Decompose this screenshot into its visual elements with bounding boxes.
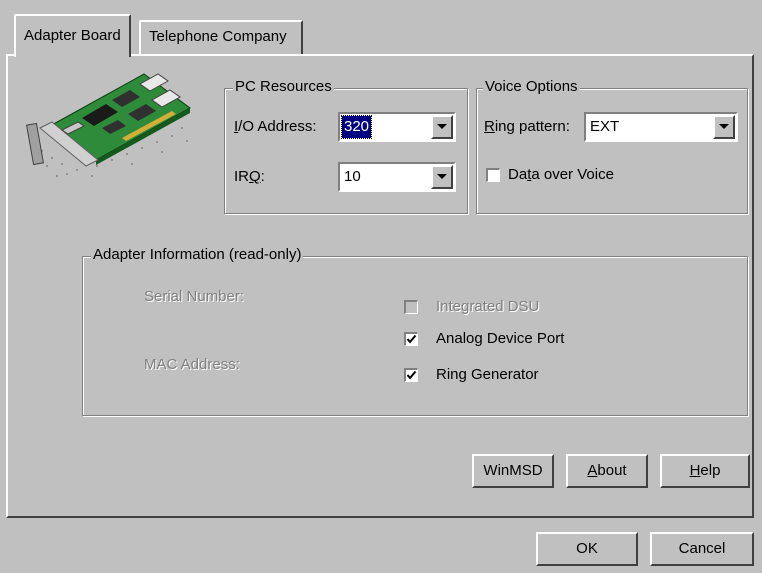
- data-over-voice-label[interactable]: Data over Voice: [508, 166, 614, 183]
- io-address-value: 320: [340, 115, 373, 139]
- io-address-dropdown-button[interactable]: [431, 115, 453, 139]
- ring-generator-label: Ring Generator: [436, 366, 539, 383]
- winmsd-button[interactable]: WinMSD: [472, 454, 554, 488]
- irq-label: IRQ:: [234, 168, 265, 185]
- tab-panel: PC Resources I/O Address: 320 IRQ: 10 Vo…: [6, 54, 754, 518]
- adapter-info-legend: Adapter Information (read-only): [91, 246, 304, 263]
- tab-telephone-company-label: Telephone Company: [149, 28, 287, 45]
- voice-options-group: Voice Options: [476, 78, 748, 214]
- ring-generator-checkbox: [404, 368, 418, 382]
- ring-pattern-value: EXT: [590, 118, 620, 135]
- mac-address-label: MAC Address:: [144, 356, 240, 373]
- checkmark-icon: [406, 370, 417, 380]
- dropdown-arrow-icon: [437, 124, 447, 129]
- voice-options-legend: Voice Options: [483, 78, 580, 95]
- irq-combo[interactable]: 10: [338, 162, 456, 192]
- ring-pattern-label: Ring pattern:: [484, 118, 570, 135]
- dropdown-arrow-icon: [719, 124, 729, 129]
- about-button[interactable]: About: [566, 454, 648, 488]
- checkmark-icon: [406, 334, 417, 344]
- ok-button[interactable]: OK: [536, 532, 638, 566]
- io-address-label: I/O Address:: [234, 118, 317, 135]
- adapter-board-icon: [26, 73, 191, 177]
- help-button[interactable]: Help: [660, 454, 750, 488]
- analog-device-port-checkbox: [404, 332, 418, 346]
- tab-adapter-board[interactable]: Adapter Board: [14, 14, 131, 57]
- dropdown-arrow-icon: [437, 174, 447, 179]
- io-address-combo[interactable]: 320: [338, 112, 456, 142]
- pc-resources-group: PC Resources: [224, 78, 468, 214]
- tab-adapter-board-label: Adapter Board: [24, 27, 121, 44]
- cancel-button[interactable]: Cancel: [650, 532, 754, 566]
- irq-value: 10: [344, 168, 361, 185]
- serial-number-label: Serial Number:: [144, 288, 245, 305]
- data-over-voice-checkbox[interactable]: [486, 168, 500, 182]
- integrated-dsu-checkbox: [404, 300, 418, 314]
- ring-pattern-combo[interactable]: EXT: [584, 112, 738, 142]
- ring-pattern-dropdown-button[interactable]: [713, 115, 735, 139]
- integrated-dsu-label: Integrated DSU: [436, 298, 540, 315]
- pc-resources-legend: PC Resources: [233, 78, 334, 95]
- irq-dropdown-button[interactable]: [431, 165, 453, 189]
- analog-device-port-label: Analog Device Port: [436, 330, 565, 347]
- tab-telephone-company[interactable]: Telephone Company: [139, 20, 303, 54]
